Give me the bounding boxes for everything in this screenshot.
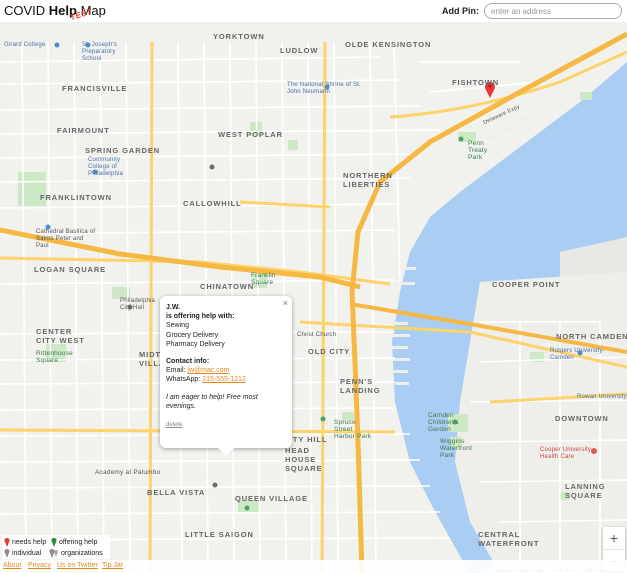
place-label: Wiggins Waterfront Park xyxy=(440,438,473,459)
place-label: Franklin Square xyxy=(251,272,276,286)
green-pin-icon xyxy=(51,538,57,547)
place-label: Rittenhouse Square xyxy=(36,350,73,364)
place-label: Cathedral Basilica of Saints Peter and P… xyxy=(36,229,96,249)
neighborhood-label: QUEEN VILLAGE xyxy=(235,494,308,503)
place-label: Cooper University Health Care xyxy=(540,447,592,460)
map-canvas[interactable]: YORKTOWN LUDLOW OLDE KENSINGTON FRANCISV… xyxy=(0,22,627,573)
add-pin-label: Add Pin: xyxy=(442,6,479,16)
add-pin-form: Add Pin: xyxy=(442,3,622,19)
neighborhood-label: LUDLOW xyxy=(280,46,319,55)
neighborhood-label: WEST POPLAR xyxy=(218,130,283,139)
legend-needs-help: needs help xyxy=(4,538,46,547)
zoom-in-button[interactable]: + xyxy=(603,527,625,549)
neighborhood-label: FRANCISVILLE xyxy=(62,84,128,93)
pin-info-popup: × J.W. is offering help with: Sewing Gro… xyxy=(160,296,292,456)
neighborhood-label: NORTH CAMDEN xyxy=(556,332,627,341)
neighborhood-label: CALLOWHILL xyxy=(183,199,242,208)
place-label: Community College of Philadelphia xyxy=(88,157,124,177)
neighborhood-label: OLD CITY xyxy=(308,347,351,356)
whatsapp-row: WhatsApp: 215-555-1212 xyxy=(166,376,246,384)
neighborhood-label: YORKTOWN xyxy=(213,32,265,41)
email-row: Email: jw@mac.com xyxy=(166,367,230,375)
gray-multi-pin-icon xyxy=(49,549,58,558)
email-link[interactable]: jw@mac.com xyxy=(187,367,229,374)
neighborhood-label: LOGAN SQUARE xyxy=(34,265,107,274)
whatsapp-link[interactable]: 215-555-1212 xyxy=(202,376,246,383)
neighborhood-label: OLDE KENSINGTON xyxy=(345,40,432,49)
neighborhood-label: LANNING SQUARE xyxy=(565,482,606,500)
neighborhood-label: FRANKLINTOWN xyxy=(40,193,112,202)
neighborhood-label: CENTER CITY WEST xyxy=(36,327,85,345)
neighborhood-label: CHINATOWN xyxy=(200,282,255,291)
place-label: Academy at Palumbo xyxy=(95,469,161,476)
red-pin-icon xyxy=(4,538,10,547)
place-label: Christ Church xyxy=(297,332,337,338)
place-label: Girard College xyxy=(4,42,46,48)
legend-organizations: organizations xyxy=(49,549,103,558)
place-label: St. Joseph's Preparatory School xyxy=(82,42,117,62)
service-item: Grocery Delivery xyxy=(166,331,219,339)
footer-links: About Privacy Us on Twitter Tip Jar xyxy=(0,560,627,573)
neighborhood-label: FISHTOWN xyxy=(452,78,500,87)
helper-name: J.W. xyxy=(166,304,181,311)
app-title: COVID Help Map TEST xyxy=(4,3,106,23)
place-label: Penn Treaty Park xyxy=(468,140,488,161)
neighborhood-label: PENN'S LANDING xyxy=(340,377,381,395)
app-header: COVID Help Map TEST Add Pin: xyxy=(0,0,627,22)
contact-heading: Contact info: xyxy=(166,358,210,366)
neighborhood-label: DOWNTOWN xyxy=(555,414,609,423)
place-label: Philadelphia City Hall xyxy=(120,298,156,311)
privacy-link[interactable]: Privacy xyxy=(28,562,51,569)
delete-link[interactable]: delete xyxy=(166,421,182,430)
map-base-layer xyxy=(0,31,627,573)
place-label: Spruce Street Harbor Park xyxy=(334,419,372,440)
place-label: Camden Children's Garden xyxy=(428,412,459,433)
neighborhood-label: NORTHERN LIBERTIES xyxy=(343,171,393,189)
helper-message: I am eager to help! Free most evenings. xyxy=(166,393,258,410)
about-link[interactable]: About xyxy=(3,562,21,569)
neighborhood-label: LITTLE SAIGON xyxy=(185,530,254,539)
place-label: Rutgers University-Camden xyxy=(550,348,605,361)
address-input[interactable] xyxy=(484,3,622,19)
legend-individual: individual xyxy=(4,549,41,558)
neighborhood-label: HEAD HOUSE SQUARE xyxy=(285,446,323,473)
tip-jar-link[interactable]: Tip Jar xyxy=(102,562,123,569)
place-label: Rowan University xyxy=(577,394,627,400)
neighborhood-label: FAIRMOUNT xyxy=(57,126,110,135)
neighborhood-label: BELLA VISTA xyxy=(147,488,206,497)
service-item: Pharmacy Delivery xyxy=(166,340,225,348)
neighborhood-label: CENTRAL WATERFRONT xyxy=(478,530,540,548)
neighborhood-label: COOPER POINT xyxy=(492,280,561,289)
twitter-link[interactable]: Us on Twitter xyxy=(57,562,98,569)
gray-pin-icon xyxy=(4,549,10,558)
helper-status: is offering help with: xyxy=(166,313,235,321)
place-label: The National Shrine of St. John Neumann xyxy=(287,82,361,95)
service-item: Sewing xyxy=(166,322,189,330)
legend-offering-help: offering help xyxy=(51,538,97,547)
neighborhood-label: SPRING GARDEN xyxy=(85,146,161,155)
map-legend: needs help offering help individual orga… xyxy=(2,535,110,559)
